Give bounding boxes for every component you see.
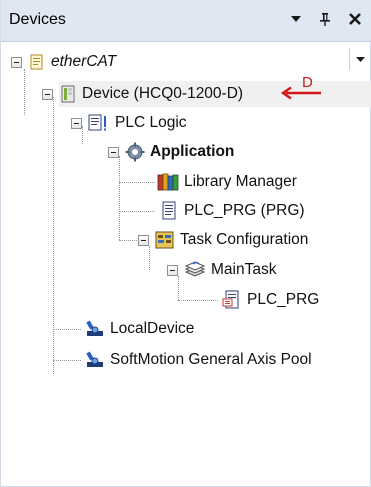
tree-item-softmotion-pool[interactable]: SoftMotion General Axis Pool xyxy=(85,347,312,373)
close-icon xyxy=(349,13,361,25)
tree-item-ethercat[interactable]: etherCAT xyxy=(11,49,116,75)
panel-close-button[interactable] xyxy=(345,8,365,30)
tree-item-label: LocalDevice xyxy=(110,320,195,337)
tree-connector xyxy=(53,360,81,361)
tree-item-task-configuration[interactable]: Task Configuration xyxy=(138,227,308,253)
tree-item-label: PLC_PRG (PRG) xyxy=(184,202,305,219)
tree-item-label: etherCAT xyxy=(51,53,117,70)
pin-icon xyxy=(320,13,330,26)
tree-connector xyxy=(53,329,81,330)
tree-item-label: Device (HCQ0-1200-D) xyxy=(82,85,244,102)
tree-item-plc-prg[interactable]: PLC_PRG (PRG) xyxy=(159,198,305,224)
tree-connector xyxy=(119,156,120,240)
tree-connector xyxy=(53,97,54,374)
dropdown-triangle-icon xyxy=(291,16,301,22)
tree-item-library-manager[interactable]: Library Manager xyxy=(157,169,297,195)
tree-item-label: Library Manager xyxy=(184,173,297,190)
tree-connector xyxy=(178,300,218,301)
task-icon xyxy=(184,260,206,280)
collapse-toggle[interactable] xyxy=(167,264,178,276)
tree-item-device[interactable]: Device (HCQ0-1200-D) xyxy=(42,81,243,107)
chevron-down-icon xyxy=(355,56,365,62)
tree-item-label: SoftMotion General Axis Pool xyxy=(110,351,312,368)
tree-item-maintask[interactable]: MainTask xyxy=(167,257,276,283)
panel-menu-button[interactable] xyxy=(286,8,306,30)
devices-panel: Devices etherCAT Device (HCQ0-1200-D) PL… xyxy=(0,0,371,487)
project-icon xyxy=(28,52,46,72)
tree-item-label: Task Configuration xyxy=(180,231,309,248)
device-tree: etherCAT Device (HCQ0-1200-D) PLC Logic … xyxy=(1,44,371,484)
pou-icon xyxy=(159,201,179,221)
pou-call-icon xyxy=(222,290,242,310)
axis-icon xyxy=(85,319,105,339)
plc-logic-icon xyxy=(88,113,110,133)
library-icon xyxy=(157,172,179,192)
tree-item-label: Application xyxy=(150,143,235,160)
tree-item-localdevice[interactable]: LocalDevice xyxy=(85,316,194,342)
tree-item-application[interactable]: Application xyxy=(108,139,234,165)
collapse-toggle[interactable] xyxy=(71,117,82,129)
tree-root-row: etherCAT xyxy=(1,48,371,76)
collapse-toggle[interactable] xyxy=(108,146,119,158)
annotation-label: D xyxy=(302,74,313,91)
tree-connector xyxy=(119,240,139,241)
tree-item-label: MainTask xyxy=(211,261,277,278)
axis-icon xyxy=(85,350,105,370)
collapse-toggle[interactable] xyxy=(42,88,53,100)
task-config-icon xyxy=(155,230,175,250)
tree-connector xyxy=(119,182,155,183)
panel-pin-button[interactable] xyxy=(315,8,335,30)
tree-dropdown-button[interactable] xyxy=(349,48,370,70)
device-icon xyxy=(59,84,77,104)
tree-item-label: PLC Logic xyxy=(115,114,187,131)
gear-icon xyxy=(125,142,145,162)
collapse-toggle[interactable] xyxy=(11,56,22,68)
tree-connector xyxy=(119,211,155,212)
tree-item-plc-logic[interactable]: PLC Logic xyxy=(71,110,187,136)
collapse-toggle[interactable] xyxy=(138,234,149,246)
annotation-arrow-icon xyxy=(280,86,321,100)
tree-item-label: PLC_PRG xyxy=(247,291,320,308)
panel-title: Devices xyxy=(9,11,66,28)
tree-item-maintask-plc-prg[interactable]: PLC_PRG xyxy=(222,287,319,313)
panel-titlebar: Devices xyxy=(1,0,371,42)
